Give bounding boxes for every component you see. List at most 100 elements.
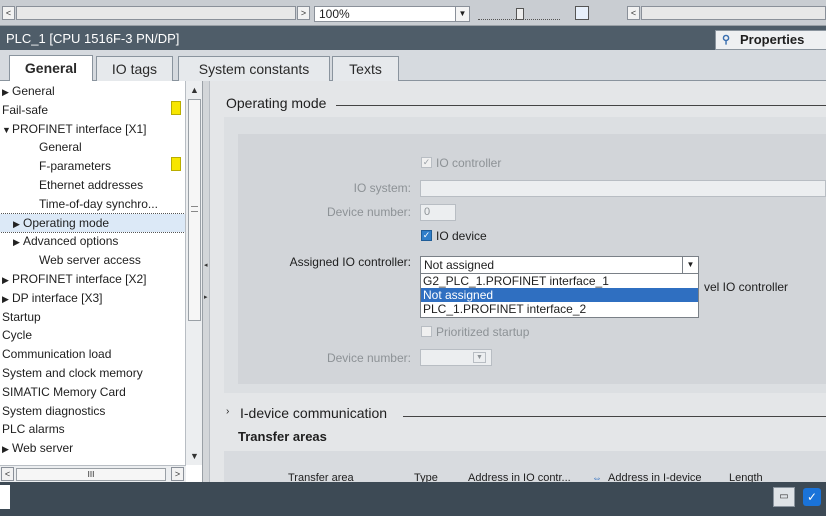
- io-controller-label: IO controller: [436, 156, 502, 170]
- tab-label: Texts: [349, 61, 382, 77]
- io-device-checkbox[interactable]: ✓: [421, 230, 432, 241]
- editor-title-bar: PLC_1 [CPU 1516F-3 PN/DP] ⚲ Properties: [0, 26, 826, 50]
- nav-item-label: Operating mode: [23, 215, 110, 230]
- collapsed-arrow-icon[interactable]: ▶: [13, 215, 23, 233]
- nav-item-label: F-parameters: [39, 159, 112, 174]
- nav-item-label: PROFINET interface [X2]: [12, 272, 147, 286]
- nav-item[interactable]: Fail-safe: [0, 101, 185, 120]
- nav-item[interactable]: Startup: [0, 308, 185, 327]
- nav-item[interactable]: Communication load: [0, 345, 185, 364]
- section-divider: [403, 416, 826, 417]
- prioritized-startup-label: Prioritized startup: [436, 325, 530, 339]
- scroll-right-button[interactable]: >: [297, 6, 310, 20]
- scroll-left-button[interactable]: <: [2, 6, 15, 20]
- collapsed-arrow-icon[interactable]: ▶: [2, 290, 12, 308]
- scroll-thumb[interactable]: [188, 99, 201, 321]
- horizontal-scrollbar-2[interactable]: [641, 6, 826, 20]
- nav-item-label: General: [12, 84, 55, 98]
- tab-io-tags[interactable]: IO tags: [96, 56, 173, 81]
- expand-chevron-icon[interactable]: ›: [226, 406, 229, 417]
- nav-vertical-scrollbar[interactable]: ▲ ▼: [185, 81, 202, 465]
- nav-item-label: Advanced options: [23, 234, 119, 249]
- nav-item-label: Fail-safe: [2, 102, 49, 117]
- scroll-left-button-2[interactable]: <: [627, 6, 640, 20]
- device-number-field[interactable]: 0: [420, 204, 456, 221]
- properties-tab[interactable]: ⚲ Properties: [715, 30, 826, 50]
- nav-item-label: Cycle: [2, 328, 33, 343]
- nav-item[interactable]: Cycle: [0, 326, 185, 345]
- tab-general[interactable]: General: [9, 55, 93, 81]
- nav-item[interactable]: Ethernet addresses: [0, 176, 185, 195]
- tab-bar: General IO tags System constants Texts: [0, 50, 826, 81]
- nav-horizontal-scrollbar[interactable]: < III >: [0, 465, 186, 482]
- io-device-label: IO device: [436, 229, 487, 243]
- dropdown-option[interactable]: PLC_1.PROFINET interface_2: [421, 302, 698, 316]
- tab-texts[interactable]: Texts: [332, 56, 399, 81]
- nav-item[interactable]: ▼PROFINET interface [X1]: [0, 120, 185, 139]
- tab-system-constants[interactable]: System constants: [178, 56, 330, 81]
- section-idevice-communication[interactable]: I-device communication: [240, 405, 387, 421]
- nav-item[interactable]: System and clock memory: [0, 364, 185, 383]
- collapsed-arrow-icon[interactable]: ▶: [2, 271, 12, 289]
- collapsed-arrow-icon[interactable]: ▶: [2, 83, 12, 101]
- io-controller-checkbox[interactable]: ✓: [421, 157, 432, 168]
- nav-item-label: PROFINET interface [X1]: [12, 121, 147, 136]
- io-system-field[interactable]: [420, 180, 826, 197]
- nav-item-label: Startup: [2, 309, 41, 324]
- dropdown-option-selected[interactable]: Not assigned: [421, 288, 698, 303]
- nav-item[interactable]: ▶ General: [0, 82, 185, 101]
- splitter-left-icon[interactable]: ◂: [204, 261, 208, 269]
- tab-label: General: [24, 60, 78, 76]
- window-title: PLC_1 [CPU 1516F-3 PN/DP]: [6, 31, 180, 46]
- prioritized-startup-checkbox[interactable]: [421, 326, 432, 337]
- nav-item[interactable]: PLC alarms: [0, 420, 185, 439]
- nav-item[interactable]: SIMATIC Memory Card: [0, 383, 185, 402]
- nav-item[interactable]: ▶ PROFINET interface [X2]: [0, 270, 185, 289]
- pane-splitter[interactable]: ◂ ▸: [202, 81, 210, 482]
- expanded-arrow-icon[interactable]: ▼: [2, 121, 12, 139]
- collapsed-arrow-icon[interactable]: ▶: [13, 233, 23, 251]
- zoom-slider[interactable]: [478, 8, 560, 20]
- network-view-icon[interactable]: ▭: [773, 487, 795, 507]
- transfer-areas-table: Transfer area Type Address in IO contr..…: [224, 451, 826, 484]
- transfer-areas-title: Transfer areas: [238, 429, 327, 444]
- higher-level-io-controller-text: vel IO controller: [704, 280, 789, 294]
- tab-label: IO tags: [111, 61, 158, 77]
- top-toolbar-strip: < > 100% ▼ <: [0, 0, 826, 26]
- nav-item-label: General: [39, 140, 82, 155]
- hscroll-grip: III: [87, 470, 95, 479]
- nav-item[interactable]: ▶ Web server: [0, 439, 185, 458]
- scroll-right-icon[interactable]: >: [171, 467, 184, 481]
- chevron-down-icon[interactable]: ▼: [455, 7, 469, 21]
- zoom-slider-thumb[interactable]: [516, 8, 524, 20]
- horizontal-scrollbar[interactable]: [16, 6, 296, 20]
- collapsed-arrow-icon[interactable]: ▶: [2, 440, 12, 458]
- check-status-icon[interactable]: ✓: [803, 488, 821, 506]
- scroll-up-icon[interactable]: ▲: [187, 82, 202, 98]
- chevron-down-icon[interactable]: ▼: [473, 352, 486, 363]
- zoom-select[interactable]: 100% ▼: [314, 6, 470, 22]
- chevron-down-icon[interactable]: ▼: [682, 257, 698, 273]
- tab-label: System constants: [198, 61, 310, 77]
- fit-view-icon[interactable]: [575, 6, 589, 20]
- dropdown-option[interactable]: G2_PLC_1.PROFINET interface_1: [421, 274, 698, 288]
- nav-item[interactable]: F-parameters: [0, 157, 185, 176]
- nav-item[interactable]: General: [0, 138, 185, 157]
- device-number-value: 0: [424, 206, 431, 218]
- nav-item[interactable]: Web server access: [0, 251, 185, 270]
- scroll-down-icon[interactable]: ▼: [187, 448, 202, 464]
- nav-item[interactable]: ▶ DP interface [X3]: [0, 289, 185, 308]
- nav-item[interactable]: Time-of-day synchro...: [0, 195, 185, 214]
- properties-label: Properties: [740, 32, 805, 47]
- splitter-right-icon[interactable]: ▸: [204, 293, 208, 301]
- scroll-left-icon[interactable]: <: [1, 467, 14, 481]
- device-number-select[interactable]: ▼: [420, 349, 492, 366]
- nav-item[interactable]: ▶ Operating mode: [0, 212, 186, 234]
- nav-item[interactable]: System diagnostics: [0, 402, 185, 421]
- nav-item[interactable]: ▶ Advanced options: [0, 232, 185, 251]
- nav-item-label: System diagnostics: [2, 403, 106, 418]
- hscroll-thumb[interactable]: III: [16, 468, 166, 481]
- nav-item-label: DP interface [X3]: [12, 290, 103, 305]
- assigned-io-controller-select[interactable]: Not assigned ▼: [420, 256, 699, 274]
- nav-item-label: PLC alarms: [2, 422, 65, 437]
